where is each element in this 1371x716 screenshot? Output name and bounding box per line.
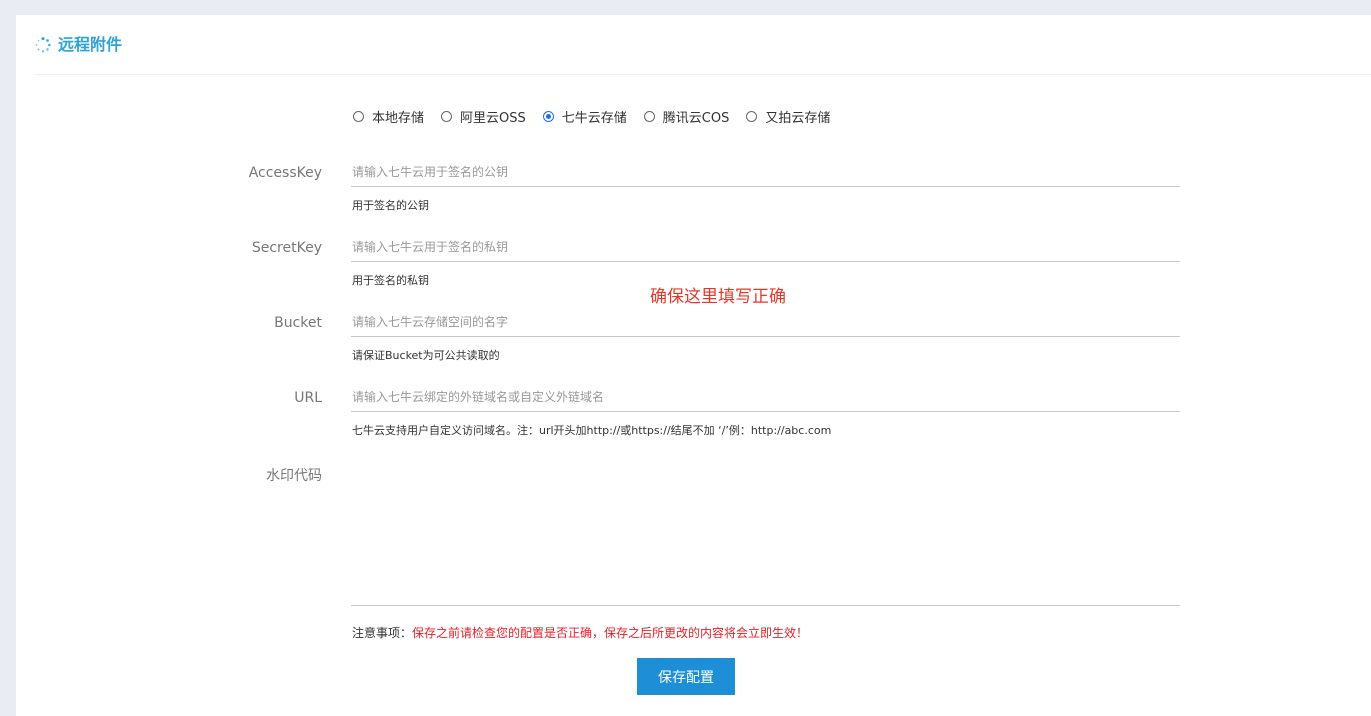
radio-tencent-cos[interactable]: 腾讯云COS — [643, 107, 730, 126]
save-config-button[interactable]: 保存配置 — [637, 658, 735, 695]
secret-key-help: 用于签名的私钥 — [352, 274, 429, 287]
radio-button[interactable] — [353, 110, 364, 122]
notice: 注意事项：保存之前请检查您的配置是否正确，保存之后所更改的内容将会立即生效！ — [352, 624, 808, 641]
radio-button[interactable] — [746, 110, 758, 122]
radio-button[interactable] — [441, 110, 453, 122]
loading-spinner-icon — [35, 37, 51, 53]
radio-button[interactable] — [643, 110, 655, 122]
storage-type-radio-group: 本地存储 阿里云OSS 七牛云存储 腾讯云COS 又拍云存储 — [353, 107, 847, 126]
radio-local-storage[interactable]: 本地存储 — [353, 107, 424, 126]
bucket-help: 请保证Bucket为可公共读取的 — [352, 349, 500, 362]
page-title: 远程附件 — [58, 35, 123, 54]
radio-label: 本地存储 — [372, 110, 425, 126]
url-help: 七牛云支持用户自定义访问域名。注：url开头加http://或https://结… — [352, 424, 832, 437]
panel-header: 远程附件 — [35, 15, 1371, 75]
radio-label: 又拍云存储 — [765, 110, 831, 126]
access-key-label: AccessKey — [248, 165, 322, 181]
access-key-help: 用于签名的公钥 — [352, 199, 429, 212]
notice-label: 注意事项： — [352, 626, 413, 640]
bucket-label: Bucket — [274, 315, 322, 331]
radio-label: 腾讯云COS — [662, 110, 730, 126]
url-label: URL — [294, 390, 322, 406]
secret-key-label: SecretKey — [251, 240, 322, 256]
radio-button-checked[interactable] — [542, 110, 554, 122]
url-input[interactable] — [351, 382, 1180, 412]
watermark-label: 水印代码 — [266, 468, 322, 484]
radio-label: 七牛云存储 — [561, 110, 627, 126]
secret-key-input[interactable] — [351, 232, 1180, 262]
correctness-annotation: 确保这里填写正确 — [650, 287, 786, 307]
radio-upyun-storage[interactable]: 又拍云存储 — [746, 107, 830, 126]
bucket-input[interactable] — [351, 307, 1180, 337]
radio-aliyun-oss[interactable]: 阿里云OSS — [441, 107, 526, 126]
radio-qiniu-storage[interactable]: 七牛云存储 — [542, 107, 627, 126]
watermark-textarea[interactable] — [351, 460, 1180, 606]
access-key-input[interactable] — [351, 157, 1180, 187]
notice-text: 保存之前请检查您的配置是否正确，保存之后所更改的内容将会立即生效！ — [412, 626, 809, 640]
remote-attachment-panel: 远程附件 本地存储 阿里云OSS 七牛云存储 腾讯云COS 又拍云存储 Acce… — [16, 15, 1371, 716]
radio-label: 阿里云OSS — [460, 110, 526, 126]
